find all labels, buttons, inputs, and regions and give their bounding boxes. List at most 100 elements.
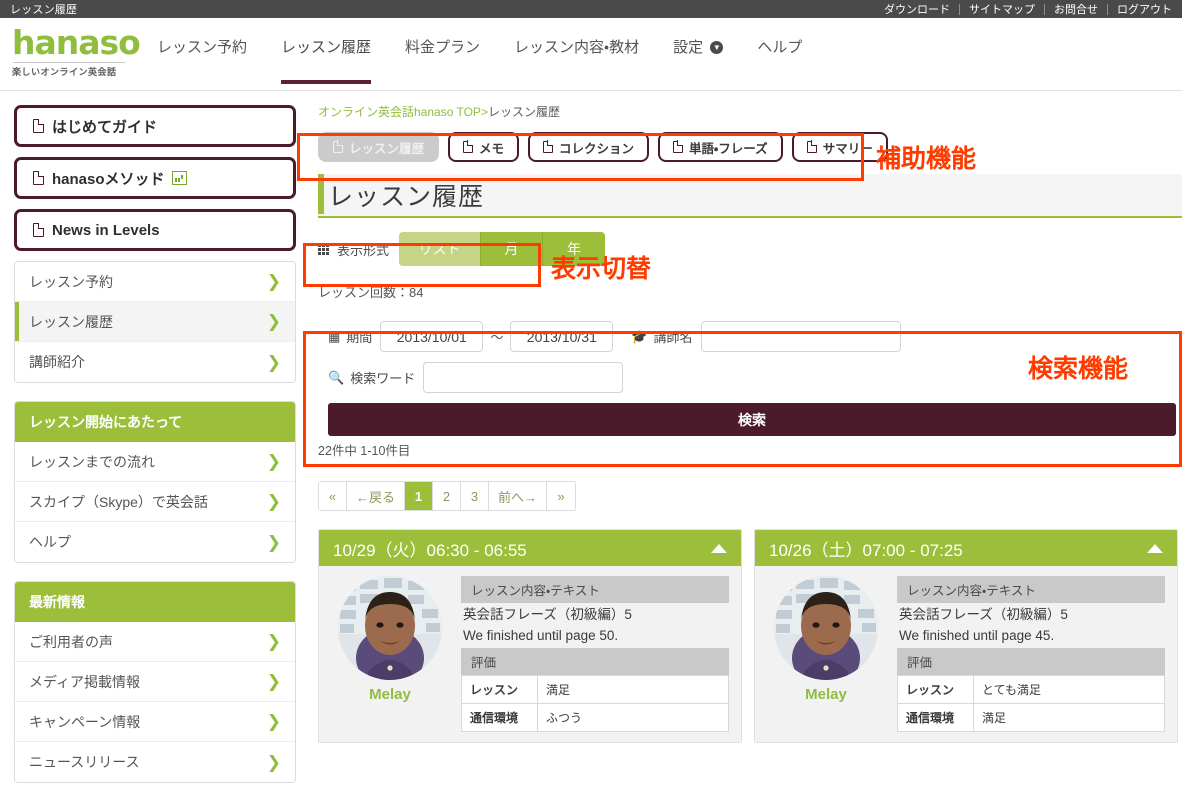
site-logo[interactable]: hanaso 楽しいオンライン英会話 bbox=[0, 18, 141, 78]
breadcrumb: オンライン英会話hanaso TOP>レッスン履歴 bbox=[308, 103, 1182, 132]
sidebar-item-teacher-intro[interactable]: 講師紹介 ❯ bbox=[15, 342, 295, 382]
sidebar-group-latest-info: 最新情報 ご利用者の声 ❯ メディア掲載情報 ❯ キャンペーン情報 ❯ ニュース… bbox=[14, 581, 296, 783]
sidebar-item-user-voices[interactable]: ご利用者の声 ❯ bbox=[15, 622, 295, 662]
lesson-card: 10/26（土）07:00 - 07:25 Melay レッスン内容・テキスト … bbox=[754, 529, 1178, 744]
sidebar-item-label: レッスン履歴 bbox=[29, 313, 113, 330]
annotation-label-subtabs: 補助機能 bbox=[876, 145, 977, 173]
view-toggle-row: 表示形式 リスト 月 年 bbox=[318, 232, 1182, 266]
view-toggle-label: 表示形式 bbox=[337, 242, 390, 258]
chevron-right-icon: ❯ bbox=[266, 492, 281, 511]
evaluation-table: レッスン とても満足 通信環境 満足 bbox=[897, 675, 1165, 733]
sidebar-banner-news-in-levels[interactable]: News in Levels bbox=[14, 209, 296, 251]
nav-item-pricing-plan[interactable]: 料金プラン bbox=[388, 32, 497, 57]
sidebar-item-help[interactable]: ヘルプ ❯ bbox=[15, 522, 295, 562]
pagination-page-2[interactable]: 2 bbox=[433, 482, 462, 510]
logo-divider bbox=[13, 62, 125, 63]
pagination-next[interactable]: 前へ→ bbox=[489, 482, 548, 510]
search-submit-button[interactable]: 検索 bbox=[328, 403, 1176, 436]
breadcrumb-root[interactable]: オンライン英会話hanaso TOP> bbox=[318, 105, 488, 119]
sidebar-item-skype-english[interactable]: スカイプ（Skype）で英会話 ❯ bbox=[15, 482, 295, 522]
nav-item-lesson-materials[interactable]: レッスン内容・教材 bbox=[497, 32, 656, 57]
lesson-card-header[interactable]: 10/26（土）07:00 - 07:25 bbox=[755, 530, 1177, 566]
lesson-card-header[interactable]: 10/29（火）06:30 - 06:55 bbox=[319, 530, 741, 566]
nav-active-underline bbox=[281, 80, 372, 84]
eval-key: レッスン bbox=[461, 675, 538, 705]
pagination-page-1[interactable]: 1 bbox=[405, 482, 434, 510]
pagination-page-3[interactable]: 3 bbox=[461, 482, 490, 510]
sidebar-group-heading: レッスン開始にあたって bbox=[15, 402, 295, 442]
chevron-right-icon: ❯ bbox=[266, 632, 281, 651]
sidebar-item-lesson-reservation[interactable]: レッスン予約 ❯ bbox=[15, 262, 295, 302]
document-icon bbox=[333, 140, 344, 154]
topbar-link-logout[interactable]: ログアウト bbox=[1108, 1, 1174, 17]
pagination-last[interactable]: » bbox=[547, 482, 576, 510]
topbar-link-download[interactable]: ダウンロード bbox=[875, 1, 959, 17]
sidebar-item-label: レッスン予約 bbox=[29, 273, 113, 290]
chevron-up-icon[interactable] bbox=[1147, 543, 1163, 553]
evaluation-table: レッスン 満足 通信環境 ふつう bbox=[461, 675, 729, 733]
subtab-collection[interactable]: コレクション bbox=[528, 132, 650, 162]
subtab-memo[interactable]: メモ bbox=[448, 132, 520, 162]
lesson-eval-header: 評価 bbox=[897, 648, 1165, 676]
lesson-content-line-2: We finished until page 50. bbox=[463, 628, 619, 644]
lesson-datetime: 10/26（土）07:00 - 07:25 bbox=[769, 540, 963, 560]
teacher-name-label: 講師名 bbox=[653, 330, 693, 345]
nav-item-lesson-reservation[interactable]: レッスン予約 bbox=[140, 32, 264, 57]
chevron-up-icon[interactable] bbox=[711, 543, 727, 553]
eval-key: レッスン bbox=[897, 675, 974, 705]
nav-item-help[interactable]: ヘルプ bbox=[740, 32, 819, 57]
sidebar-item-label: キャンペーン情報 bbox=[29, 713, 141, 730]
lesson-count-text: レッスン回数：84 bbox=[318, 285, 424, 300]
page-title-bar: レッスン履歴 bbox=[318, 174, 1182, 218]
pagination-first[interactable]: « bbox=[319, 482, 347, 510]
sidebar-banner-first-guide[interactable]: はじめてガイド bbox=[14, 105, 296, 147]
nav-item-settings[interactable]: 設定 ▼ bbox=[656, 32, 740, 57]
sidebar-item-lesson-flow[interactable]: レッスンまでの流れ ❯ bbox=[15, 442, 295, 482]
pagination-prev[interactable]: ←戻る bbox=[347, 482, 406, 510]
sidebar-banner-label: hanasoメソッド bbox=[52, 170, 165, 188]
document-icon bbox=[33, 222, 45, 237]
avatar-photo bbox=[774, 576, 878, 680]
grid-icon bbox=[318, 243, 329, 255]
subtab-words-phrases[interactable]: 単語・フレーズ bbox=[658, 132, 783, 162]
nav-label: 設定 bbox=[673, 39, 704, 56]
subtab-summary[interactable]: サマリー bbox=[791, 132, 888, 162]
calendar-icon: ▦ bbox=[328, 328, 341, 344]
top-utility-bar: レッスン履歴 ダウンロード サイトマップ お問合せ ログアウト bbox=[0, 0, 1182, 18]
sidebar-group-heading: 最新情報 bbox=[15, 582, 295, 622]
lesson-card-list: 10/29（火）06:30 - 06:55 Melay レッスン内容・テキスト … bbox=[318, 529, 1182, 744]
topbar-link-contact[interactable]: お問合せ bbox=[1045, 1, 1107, 17]
graduation-cap-icon: 🎓 bbox=[631, 328, 648, 344]
subtab-lesson-history[interactable]: レッスン履歴 bbox=[318, 132, 440, 162]
nav-item-lesson-history[interactable]: レッスン履歴 bbox=[264, 32, 388, 84]
chevron-right-icon: ❯ bbox=[266, 712, 281, 731]
chevron-right-icon: ❯ bbox=[266, 672, 281, 691]
logo-tagline: 楽しいオンライン英会話 bbox=[12, 67, 117, 77]
teacher-name-input[interactable] bbox=[700, 321, 901, 352]
sidebar-item-campaign-info[interactable]: キャンペーン情報 ❯ bbox=[15, 702, 295, 742]
date-to-input[interactable] bbox=[510, 321, 614, 352]
sidebar-item-news-release[interactable]: ニュースリリース ❯ bbox=[15, 742, 295, 782]
search-keyword-input[interactable] bbox=[423, 362, 624, 393]
sidebar-banner-hanaso-method[interactable]: hanasoメソッド bbox=[14, 157, 296, 199]
date-from-input[interactable] bbox=[380, 321, 484, 352]
subtab-label: レッスン履歴 bbox=[349, 141, 425, 156]
nav-label: ヘルプ bbox=[757, 39, 803, 56]
lesson-content-header: レッスン内容・テキスト bbox=[897, 576, 1165, 603]
sidebar-item-lesson-history[interactable]: レッスン履歴 ❯ bbox=[15, 302, 295, 342]
sidebar-item-media-coverage[interactable]: メディア掲載情報 ❯ bbox=[15, 662, 295, 702]
nav-label: レッスン履歴 bbox=[281, 39, 372, 56]
lesson-content-line-1: 英会話フレーズ（初級編）5 bbox=[463, 607, 632, 622]
chevron-right-icon: ❯ bbox=[266, 752, 281, 772]
subtab-label: メモ bbox=[479, 141, 505, 156]
sidebar-group-main: レッスン予約 ❯ レッスン履歴 ❯ 講師紹介 ❯ bbox=[14, 261, 296, 383]
lesson-card-body: Melay レッスン内容・テキスト 英会話フレーズ（初級編）5 We finis… bbox=[319, 566, 741, 742]
chevron-right-icon: ❯ bbox=[266, 532, 281, 552]
eval-value: とても満足 bbox=[973, 675, 1165, 705]
eval-key: 通信環境 bbox=[897, 703, 974, 733]
topbar-link-sitemap[interactable]: サイトマップ bbox=[960, 1, 1044, 17]
document-icon bbox=[543, 140, 554, 154]
view-toggle-list[interactable]: リスト bbox=[399, 232, 482, 266]
view-toggle-month[interactable]: 月 bbox=[481, 232, 544, 266]
sidebar-item-label: ニュースリリース bbox=[29, 754, 140, 770]
